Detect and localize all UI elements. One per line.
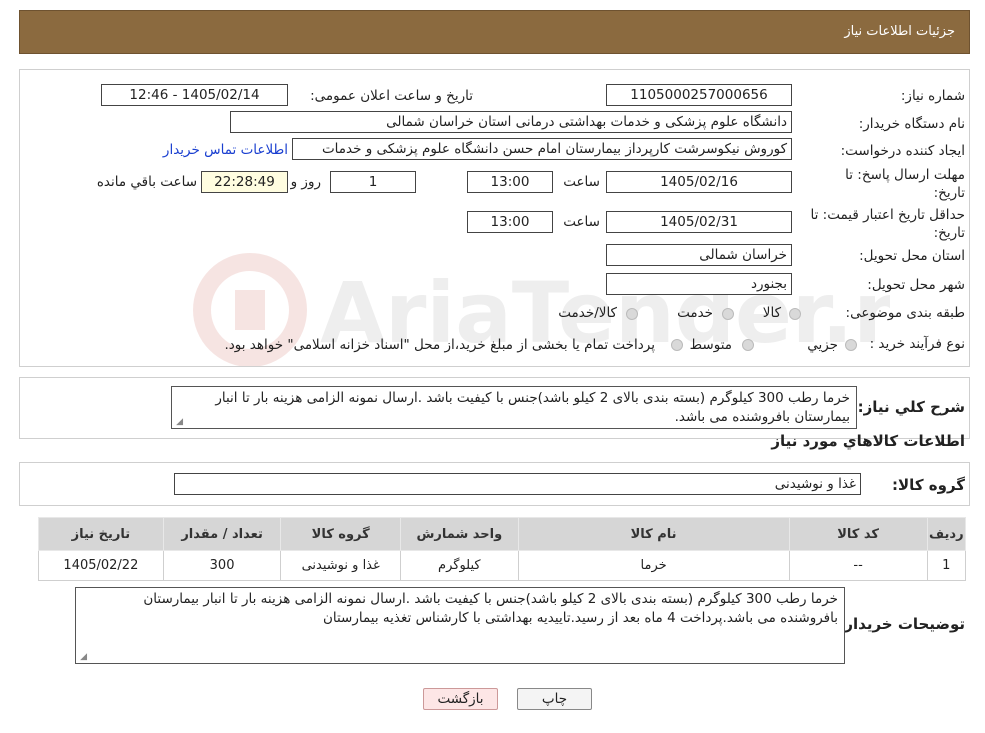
- remaining-time-label: ساعت باقي مانده: [96, 174, 197, 190]
- goods-table: رديف کد کالا نام کالا واحد شمارش گروه کا…: [38, 517, 967, 581]
- col-item-code: کد کالا: [788, 517, 928, 551]
- need-number-label: شماره نیاز:: [900, 88, 965, 104]
- creator-field: کوروش نیکوسرشت کارپرداز بیمارستان امام ح…: [292, 138, 792, 160]
- col-need-date: تاریخ نیاز: [38, 517, 164, 551]
- category-goods-label: کالا: [762, 305, 781, 321]
- category-goods-radio[interactable]: [789, 308, 801, 320]
- validity-time-label: ساعت: [563, 214, 600, 230]
- cell-unit: کیلوگرم: [400, 550, 519, 581]
- goods-section-title: اطلاعات کالاهاي مورد نياز: [771, 432, 965, 450]
- validity-date-field: 1405/02/31: [606, 211, 792, 233]
- cell-item-group: غذا و نوشیدنی: [280, 550, 402, 581]
- process-label: نوع فرآیند خرید :: [869, 336, 965, 352]
- goods-group-field: غذا و نوشیدنی: [174, 473, 861, 495]
- buyer-org-field: دانشگاه علوم پزشکی و خدمات بهداشتی درمان…: [230, 111, 792, 133]
- description-textarea[interactable]: خرما رطب 300 کیلوگرم (بسته بندی بالای 2 …: [171, 386, 857, 429]
- goods-group-label: گروه کالا:: [892, 476, 965, 494]
- print-button[interactable]: چاپ: [517, 688, 592, 710]
- buyer-notes-textarea[interactable]: خرما رطب 300 کیلوگرم (بسته بندی بالای 2 …: [75, 587, 845, 664]
- col-item-name: نام کالا: [517, 517, 790, 551]
- cell-item-code: --: [788, 550, 928, 581]
- buyer-notes-label: توضیحات خریدار:: [838, 615, 965, 633]
- announce-datetime-field: 1405/02/14 - 12:46: [101, 84, 288, 106]
- deadline-date-field: 1405/02/16: [606, 171, 792, 193]
- process-medium-radio[interactable]: [742, 339, 754, 351]
- days-label: روز و: [290, 174, 321, 190]
- back-button[interactable]: بازگشت: [423, 688, 498, 710]
- province-field: خراسان شمالی: [606, 244, 792, 266]
- page-header: جزئیات اطلاعات نیاز: [19, 10, 970, 54]
- page-title: جزئیات اطلاعات نیاز: [844, 24, 955, 39]
- buyer-org-label: نام دستگاه خریدار:: [858, 116, 965, 132]
- days-remaining-field: 1: [330, 171, 416, 193]
- description-label: شرح کلي نياز:: [857, 398, 965, 416]
- need-number-field: 1105000257000656: [606, 84, 792, 106]
- col-item-group: گروه کالا: [280, 517, 402, 551]
- province-label: استان محل تحویل:: [859, 248, 965, 264]
- col-unit: واحد شمارش: [400, 517, 519, 551]
- cell-item-name: خرما: [517, 550, 790, 581]
- category-service-radio[interactable]: [722, 308, 734, 320]
- cell-row-number: 1: [926, 550, 967, 581]
- city-field: بجنورد: [606, 273, 792, 295]
- deadline-label: مهلت ارسال پاسخ: تا تاریخ:: [845, 167, 965, 201]
- table-row: 1 -- خرما کیلوگرم غذا و نوشیدنی 300 1405…: [38, 550, 967, 581]
- deadline-time-label: ساعت: [563, 174, 600, 190]
- description-text: خرما رطب 300 کیلوگرم (بسته بندی بالای 2 …: [215, 390, 850, 425]
- creator-label: ایجاد کننده درخواست:: [840, 143, 965, 159]
- announce-label: تاریخ و ساعت اعلان عمومی:: [310, 88, 473, 104]
- process-medium-label: متوسط: [689, 337, 732, 353]
- resize-grip-icon[interactable]: ◢: [175, 418, 183, 427]
- table-header-row: رديف کد کالا نام کالا واحد شمارش گروه کا…: [38, 517, 967, 551]
- category-goods-service-label: کالا/خدمت: [558, 305, 617, 321]
- category-goods-service-radio[interactable]: [626, 308, 638, 320]
- process-partial-radio[interactable]: [845, 339, 857, 351]
- remaining-time-field: 22:28:49: [201, 171, 288, 193]
- category-label: طبقه بندی موضوعی:: [845, 305, 965, 321]
- buyer-notes-text: خرما رطب 300 کیلوگرم (بسته بندی بالای 2 …: [143, 591, 838, 626]
- city-label: شهر محل تحویل:: [867, 277, 965, 293]
- min-validity-label: حداقل تاریخ اعتبار قیمت: تا تاریخ:: [810, 207, 965, 241]
- cell-need-date: 1405/02/22: [38, 550, 164, 581]
- deadline-time-field: 13:00: [467, 171, 553, 193]
- category-service-label: خدمت: [677, 305, 713, 321]
- col-quantity: تعداد / مقدار: [162, 517, 282, 551]
- cell-quantity: 300: [162, 550, 282, 581]
- buyer-contact-link[interactable]: اطلاعات تماس خریدار: [163, 142, 288, 158]
- process-treasury-checkbox[interactable]: [671, 339, 683, 351]
- col-row-number: رديف: [926, 517, 967, 551]
- validity-time-field: 13:00: [467, 211, 553, 233]
- process-treasury-note: پرداخت تمام یا بخشی از مبلغ خرید،از محل …: [224, 337, 655, 353]
- resize-grip-icon[interactable]: ◢: [79, 653, 87, 662]
- process-partial-label: جزیي: [807, 337, 838, 353]
